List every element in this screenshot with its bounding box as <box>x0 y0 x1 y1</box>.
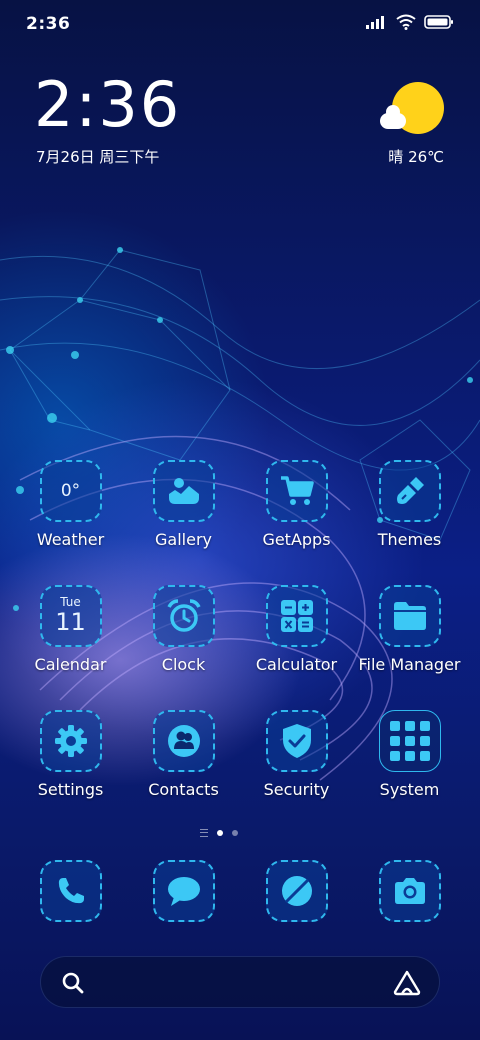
brush-icon <box>396 477 424 504</box>
search-bar[interactable] <box>40 956 440 1008</box>
calculator-icon <box>280 600 313 632</box>
assistant-icon[interactable] <box>393 970 421 996</box>
date-label: 7月26日 周三下午 <box>36 148 160 166</box>
app-calendar[interactable]: Tue 11 Calendar <box>14 585 127 674</box>
app-label: Gallery <box>155 530 212 549</box>
clock-icon-box <box>152 585 215 647</box>
cloud-icon <box>380 105 406 129</box>
gear-icon <box>54 725 87 757</box>
feed-page-icon <box>200 829 208 837</box>
dock <box>14 860 466 930</box>
security-icon-box <box>265 710 328 772</box>
shield-check-icon <box>282 724 311 758</box>
app-weather[interactable]: 0° Weather <box>14 460 127 549</box>
app-calculator[interactable]: Calculator <box>240 585 353 674</box>
phone-icon-box <box>39 860 102 922</box>
contacts-icon-box <box>152 710 215 772</box>
page-dot <box>232 830 238 836</box>
app-file-manager[interactable]: File Manager <box>353 585 466 674</box>
themes-icon-box <box>378 460 441 522</box>
app-settings[interactable]: Settings <box>14 710 127 799</box>
gallery-icon <box>168 478 199 504</box>
calendar-icon-box: Tue 11 <box>39 585 102 647</box>
battery-icon <box>424 15 453 29</box>
app-label: Clock <box>161 655 206 674</box>
weather-icon: 0° <box>60 481 81 501</box>
system-folder-box <box>378 710 441 772</box>
filemanager-icon-box <box>378 585 441 647</box>
signal-icon <box>366 16 384 29</box>
browser-icon <box>281 876 312 906</box>
browser-icon-box <box>265 860 328 922</box>
app-label: Calendar <box>34 655 107 674</box>
app-label: Contacts <box>148 780 219 799</box>
camera-icon-box <box>378 860 441 922</box>
app-gallery[interactable]: Gallery <box>127 460 240 549</box>
app-label: Settings <box>37 780 104 799</box>
message-icon <box>167 877 200 906</box>
app-label: GetApps <box>262 530 331 549</box>
folder-icon <box>393 602 426 630</box>
calculator-icon-box <box>265 585 328 647</box>
app-system-folder[interactable]: System <box>353 710 466 799</box>
app-label: Weather <box>36 530 105 549</box>
cart-icon <box>280 476 314 505</box>
gallery-icon-box <box>152 460 215 522</box>
app-contacts[interactable]: Contacts <box>127 710 240 799</box>
status-bar: 2:36 <box>0 0 480 50</box>
status-icons <box>366 14 454 30</box>
app-security[interactable]: Security <box>240 710 353 799</box>
app-label: File Manager <box>358 655 461 674</box>
camera-icon <box>394 878 425 904</box>
dock-messages[interactable] <box>127 860 240 922</box>
page-dot-active <box>217 830 223 836</box>
app-label: Calculator <box>255 655 338 674</box>
page-indicator[interactable] <box>200 829 238 837</box>
lockscreen-clock[interactable]: 2:36 <box>34 74 181 136</box>
folder-grid-icon <box>389 721 430 761</box>
app-themes[interactable]: Themes <box>353 460 466 549</box>
dock-phone[interactable] <box>14 860 127 922</box>
wifi-icon <box>396 14 416 30</box>
weather-icon-box: 0° <box>39 460 102 522</box>
app-label: Security <box>263 780 330 799</box>
search-icon[interactable] <box>61 971 85 995</box>
dock-camera[interactable] <box>353 860 466 922</box>
app-label: System <box>379 780 440 799</box>
app-clock[interactable]: Clock <box>127 585 240 674</box>
alarm-clock-icon <box>166 599 201 632</box>
status-time: 2:36 <box>26 14 71 34</box>
dock-browser[interactable] <box>240 860 353 922</box>
settings-icon-box <box>39 710 102 772</box>
contacts-icon <box>167 725 200 757</box>
weather-label: 晴 26℃ <box>388 148 444 166</box>
app-label: Themes <box>377 530 442 549</box>
getapps-icon-box <box>265 460 328 522</box>
calendar-date: 11 <box>55 608 86 637</box>
phone-icon <box>58 878 84 904</box>
app-getapps[interactable]: GetApps <box>240 460 353 549</box>
message-icon-box <box>152 860 215 922</box>
